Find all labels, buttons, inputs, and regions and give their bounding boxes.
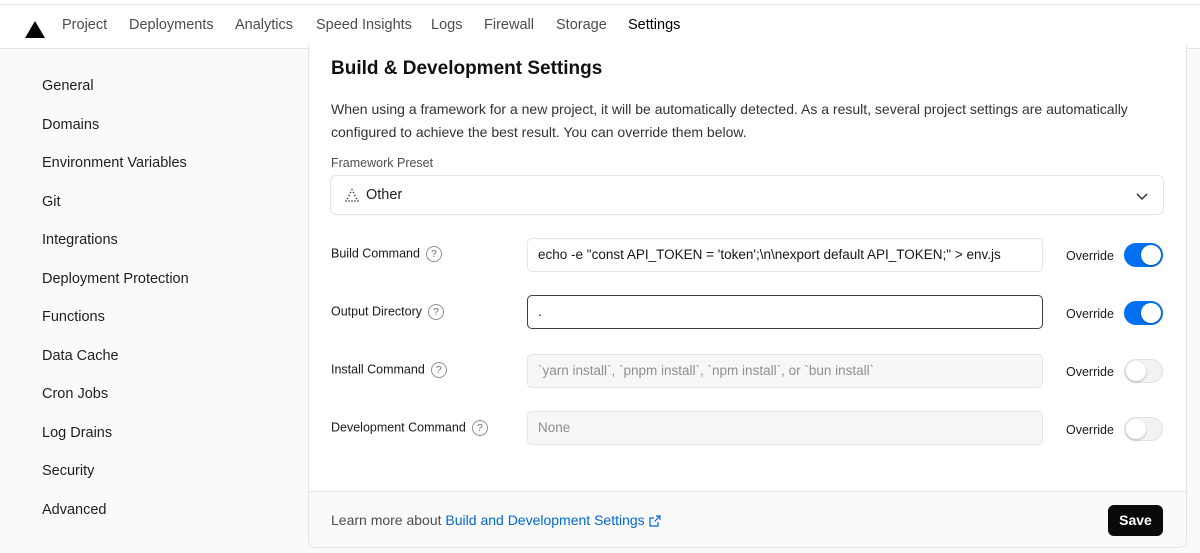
- tab-storage[interactable]: Storage: [556, 17, 607, 33]
- toggle-knob: [1141, 245, 1161, 265]
- output-directory-override-toggle[interactable]: [1124, 301, 1163, 325]
- build-command-override-label: Override: [1066, 249, 1114, 263]
- section-title: Build & Development Settings: [331, 58, 603, 79]
- sidebar-item-cron-jobs[interactable]: Cron Jobs: [42, 386, 108, 402]
- tab-logs[interactable]: Logs: [431, 17, 462, 33]
- docs-link[interactable]: Build and Development Settings: [445, 512, 644, 528]
- footer-text: Learn more about: [331, 512, 442, 528]
- sidebar-item-integrations[interactable]: Integrations: [42, 232, 118, 248]
- section-description: When using a framework for a new project…: [331, 101, 1128, 140]
- save-button[interactable]: Save: [1108, 505, 1163, 536]
- development-command-row-label: Development Command?: [331, 420, 488, 436]
- sidebar-item-security[interactable]: Security: [42, 463, 94, 479]
- vercel-logo-icon[interactable]: [25, 21, 45, 38]
- help-icon[interactable]: ?: [430, 362, 447, 378]
- sidebar-item-git[interactable]: Git: [42, 194, 61, 210]
- tab-project[interactable]: Project: [62, 17, 107, 33]
- output-directory-input[interactable]: .: [527, 295, 1043, 329]
- sidebar-item-deployment-protection[interactable]: Deployment Protection: [42, 271, 189, 287]
- footer-note: Learn more about Build and Development S…: [331, 512, 661, 528]
- sidebar-item-general[interactable]: General: [42, 78, 94, 94]
- development-command-override-toggle[interactable]: [1124, 417, 1163, 441]
- output-directory-override-label: Override: [1066, 307, 1114, 321]
- toggle-knob: [1126, 419, 1146, 439]
- install-command-input[interactable]: `yarn install`, `pnpm install`, `npm ins…: [527, 354, 1043, 388]
- output-directory-label: Output Directory: [331, 304, 423, 319]
- help-icon[interactable]: ?: [471, 420, 488, 436]
- install-command-label: Install Command: [331, 362, 425, 377]
- top-nav: Project Deployments Analytics Speed Insi…: [0, 5, 1200, 49]
- chevron-down-icon: [1136, 193, 1148, 201]
- install-command-override-label: Override: [1066, 365, 1114, 379]
- tab-analytics[interactable]: Analytics: [235, 17, 293, 33]
- sidebar-item-log-drains[interactable]: Log Drains: [42, 425, 112, 441]
- development-command-label: Development Command: [331, 420, 466, 435]
- build-command-row-label: Build Command?: [331, 246, 442, 262]
- build-command-label: Build Command: [331, 246, 420, 261]
- install-command-row-label: Install Command?: [331, 362, 447, 378]
- sidebar-item-advanced[interactable]: Advanced: [42, 502, 107, 518]
- build-command-input[interactable]: echo -e "const API_TOKEN = 'token';\n\ne…: [527, 238, 1043, 272]
- sidebar-item-functions[interactable]: Functions: [42, 309, 105, 325]
- tab-deployments[interactable]: Deployments: [129, 17, 214, 33]
- development-command-override-label: Override: [1066, 423, 1114, 437]
- toggle-knob: [1126, 361, 1146, 381]
- tab-firewall[interactable]: Firewall: [484, 17, 534, 33]
- sidebar-item-data-cache[interactable]: Data Cache: [42, 348, 119, 364]
- framework-preset-select[interactable]: Other: [330, 175, 1164, 215]
- toggle-knob: [1141, 303, 1161, 323]
- external-link-icon[interactable]: [649, 515, 661, 527]
- framework-preset-value: Other: [366, 187, 403, 203]
- build-command-override-toggle[interactable]: [1124, 243, 1163, 267]
- help-icon[interactable]: ?: [425, 246, 442, 262]
- output-directory-row-label: Output Directory?: [331, 304, 445, 320]
- development-command-input[interactable]: None: [527, 411, 1043, 445]
- install-command-override-toggle[interactable]: [1124, 359, 1163, 383]
- tab-speed-insights[interactable]: Speed Insights: [316, 17, 412, 33]
- dotted-triangle-icon: [345, 188, 359, 202]
- tab-settings[interactable]: Settings: [628, 17, 680, 33]
- sidebar-item-domains[interactable]: Domains: [42, 117, 99, 133]
- framework-preset-label: Framework Preset: [331, 156, 434, 170]
- help-icon[interactable]: ?: [428, 304, 445, 320]
- sidebar-item-environment-variables[interactable]: Environment Variables: [42, 155, 187, 171]
